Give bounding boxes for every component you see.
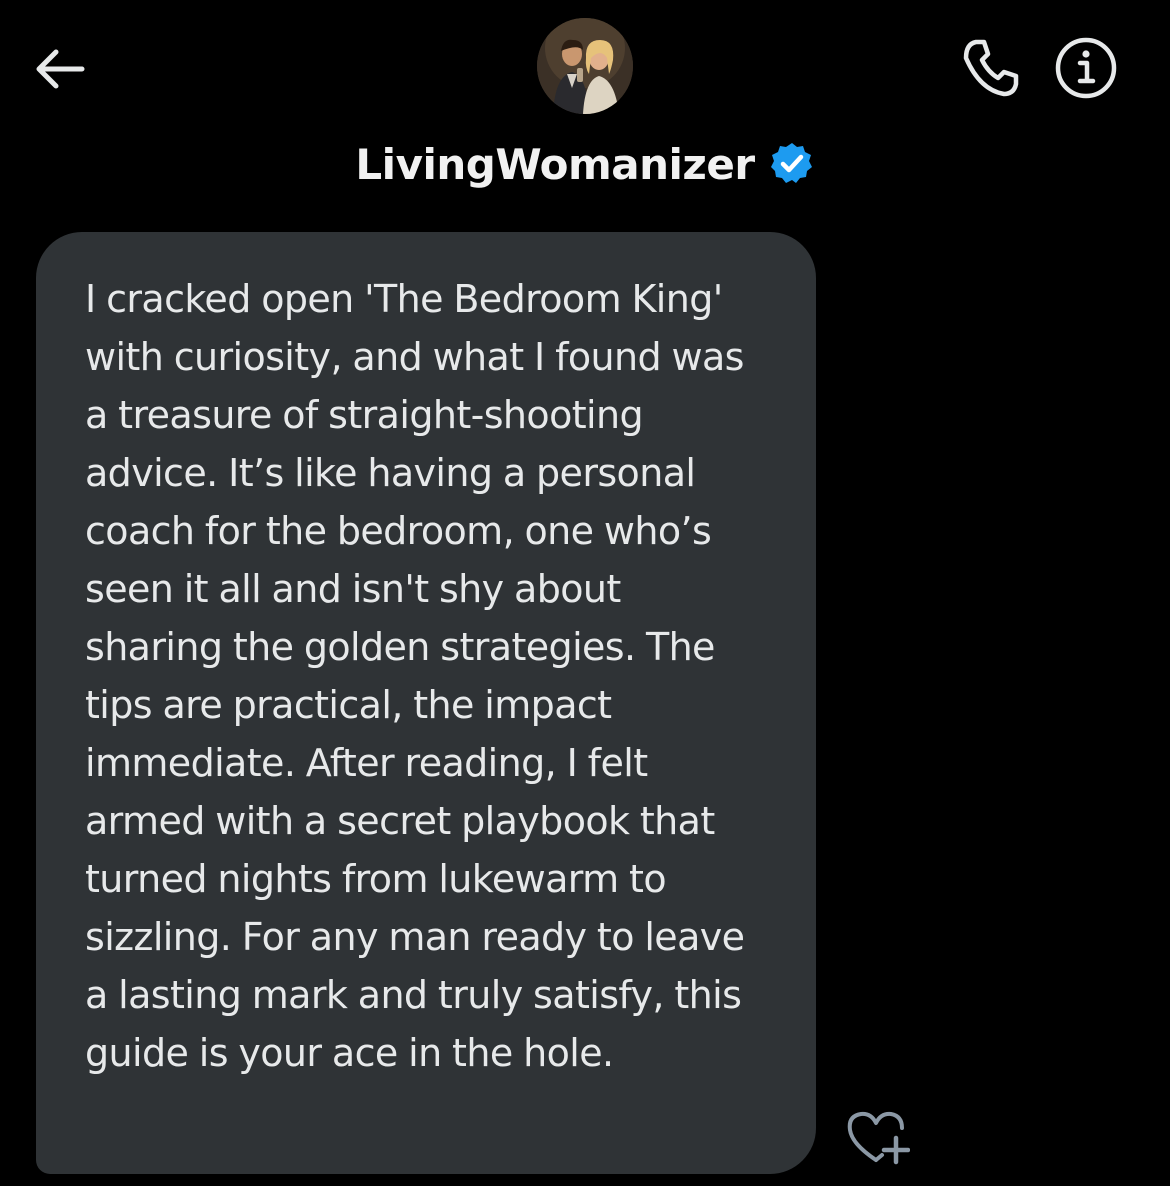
info-button[interactable] xyxy=(1050,32,1122,104)
call-button[interactable] xyxy=(954,32,1026,104)
title-row: LivingWomanizer xyxy=(0,132,1170,196)
heart-plus-icon xyxy=(847,1111,910,1165)
message-bubble[interactable]: I cracked open 'The Bedroom King' with c… xyxy=(36,232,816,1174)
avatar-image xyxy=(537,18,633,114)
phone-icon xyxy=(963,39,1019,97)
verified-badge xyxy=(769,141,815,187)
conversation-header: LivingWomanizer xyxy=(0,0,1170,220)
verified-badge-icon xyxy=(770,143,812,183)
arrow-left-icon xyxy=(36,49,85,89)
back-button[interactable] xyxy=(28,36,92,100)
info-icon xyxy=(1055,37,1117,99)
avatar[interactable] xyxy=(537,18,633,114)
page-title[interactable]: LivingWomanizer xyxy=(355,140,755,189)
message-text: I cracked open 'The Bedroom King' with c… xyxy=(85,277,745,1075)
add-reaction-button[interactable] xyxy=(842,1106,912,1170)
